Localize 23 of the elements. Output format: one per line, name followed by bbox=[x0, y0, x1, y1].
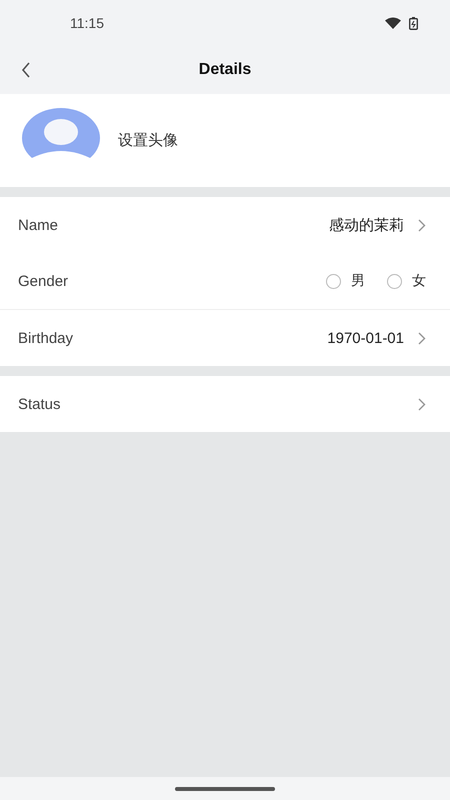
settings-row[interactable]: Status bbox=[0, 376, 450, 432]
back-icon[interactable] bbox=[21, 62, 31, 78]
battery-icon bbox=[409, 16, 418, 30]
settings-row[interactable]: Name 感动的茉莉 bbox=[0, 197, 450, 253]
status-time: 11:15 bbox=[70, 15, 104, 31]
row-value: 感动的茉莉 bbox=[329, 216, 404, 234]
radio-button[interactable] bbox=[326, 274, 341, 288]
radio-label[interactable]: 女 bbox=[412, 272, 426, 290]
radio-button[interactable] bbox=[387, 274, 402, 288]
settings-row[interactable]: Birthday 1970-01-01 bbox=[0, 310, 450, 366]
chevron-right-icon bbox=[418, 218, 426, 232]
chevron-right-icon bbox=[418, 332, 426, 344]
row-value: 1970-01-01 bbox=[327, 330, 404, 346]
row-label: Birthday bbox=[18, 330, 74, 346]
row-label: Name bbox=[18, 216, 60, 234]
wifi-icon bbox=[385, 17, 401, 29]
home-indicator[interactable] bbox=[175, 786, 275, 790]
row-label: Status bbox=[18, 396, 62, 412]
radio-label[interactable]: 男 bbox=[351, 272, 365, 290]
chevron-right-icon bbox=[418, 398, 426, 410]
row-label: Gender bbox=[18, 272, 70, 290]
avatar-label[interactable]: 设置头像 bbox=[118, 131, 178, 150]
page-title: Details bbox=[198, 61, 252, 79]
